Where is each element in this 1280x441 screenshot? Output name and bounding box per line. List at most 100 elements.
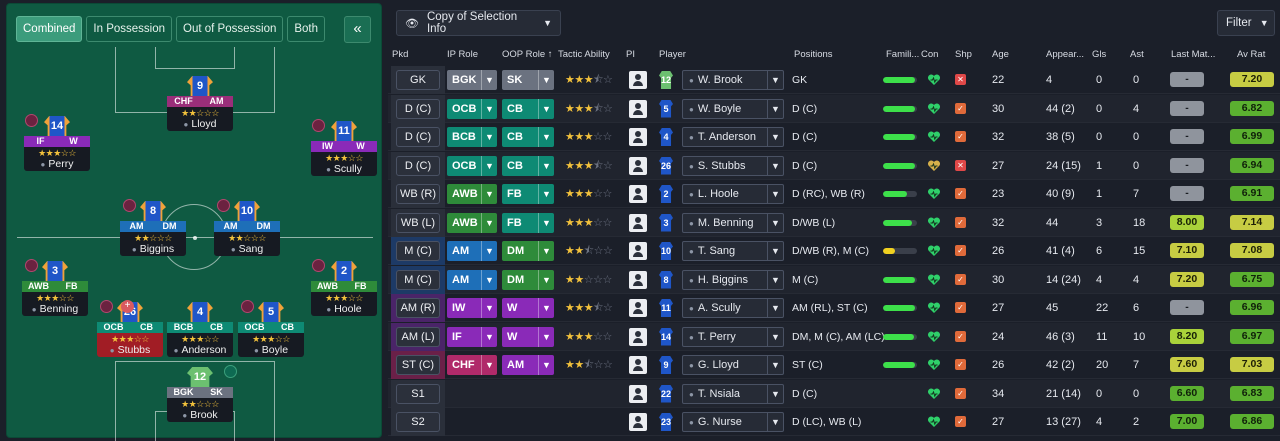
- player-select-dropdown[interactable]: ● W. Brook ▼: [682, 70, 784, 90]
- col-age[interactable]: Age: [992, 49, 1009, 60]
- filter-dropdown[interactable]: Filter ▼: [1217, 10, 1275, 36]
- tab-out-of-possession[interactable]: Out of Possession: [176, 16, 284, 42]
- oop-role-dropdown[interactable]: CB ▼: [502, 155, 554, 176]
- player-select-dropdown[interactable]: ● T. Nsiala ▼: [682, 383, 784, 404]
- ip-role-dropdown[interactable]: AM ▼: [447, 269, 497, 290]
- ip-role-dropdown[interactable]: AM ▼: [447, 241, 497, 261]
- player-select-dropdown[interactable]: ● H. Biggins ▼: [682, 269, 784, 290]
- jersey-icon: 12: [187, 367, 213, 389]
- player-instructions-button[interactable]: [629, 128, 647, 146]
- col-condition[interactable]: Con: [921, 49, 938, 60]
- position-slot-button[interactable]: M (C): [396, 241, 440, 261]
- oop-role-dropdown[interactable]: DM ▼: [502, 269, 554, 290]
- player-select-dropdown[interactable]: ● A. Scully ▼: [682, 298, 784, 318]
- position-slot-button[interactable]: ST (C): [396, 355, 440, 375]
- position-slot-button[interactable]: M (C): [396, 269, 440, 290]
- position-slot-button[interactable]: AM (R): [396, 298, 440, 318]
- ip-role-dropdown[interactable]: AWB ▼: [447, 212, 497, 233]
- col-goals[interactable]: Gls: [1092, 49, 1106, 60]
- col-appearances[interactable]: Appear...: [1046, 49, 1084, 60]
- ip-role-dropdown[interactable]: OCB ▼: [447, 98, 497, 119]
- player-instructions-button[interactable]: [629, 413, 647, 431]
- col-tactic-ability[interactable]: Tactic Ability: [558, 49, 610, 60]
- oop-role-dropdown[interactable]: FB ▼: [502, 184, 554, 204]
- oop-role-dropdown[interactable]: CB ▼: [502, 98, 554, 119]
- ip-role-dropdown[interactable]: BCB ▼: [447, 127, 497, 147]
- col-familiarity[interactable]: Famili...: [886, 49, 919, 60]
- ip-role-dropdown[interactable]: IF ▼: [447, 326, 497, 347]
- position-slot-button[interactable]: AM (L): [396, 326, 440, 347]
- col-sharpness[interactable]: Shp: [955, 49, 972, 60]
- player-instructions-button[interactable]: [629, 99, 647, 118]
- player-select-dropdown[interactable]: ● W. Boyle ▼: [682, 98, 784, 119]
- position-slot-button[interactable]: S1: [396, 383, 440, 404]
- player-instructions-button[interactable]: [629, 156, 647, 175]
- tab-in-possession[interactable]: In Possession: [86, 16, 173, 42]
- position-slot-button[interactable]: D (C): [396, 98, 440, 119]
- table-row[interactable]: M (C) AM ▼ DM ▼ ★★⯪☆☆ 10 ● T. Sang ▼ D/WB (R), M (…: [388, 237, 1280, 265]
- player-select-dropdown[interactable]: ● G. Lloyd ▼: [682, 355, 784, 375]
- player-instructions-button[interactable]: [629, 242, 647, 260]
- player-select-dropdown[interactable]: ● G. Nurse ▼: [682, 412, 784, 432]
- player-instructions-button[interactable]: [629, 356, 647, 374]
- table-row[interactable]: AM (R) IW ▼ W ▼ ★★★⯪☆ 11 ● A. Scully ▼ AM (RL), ST…: [388, 294, 1280, 322]
- col-avg-rating[interactable]: Av Rat: [1237, 49, 1265, 60]
- table-row[interactable]: WB (R) AWB ▼ FB ▼ ★★★☆☆ 2 ● L. Hoole ▼ D (RC), WB …: [388, 180, 1280, 208]
- col-assists[interactable]: Ast: [1130, 49, 1144, 60]
- col-positions[interactable]: Positions: [794, 49, 833, 60]
- player-select-dropdown[interactable]: ● L. Hoole ▼: [682, 184, 784, 204]
- player-instructions-button[interactable]: [629, 213, 647, 232]
- person-icon: ●: [326, 305, 332, 314]
- tab-both[interactable]: Both: [287, 16, 326, 42]
- player-select-dropdown[interactable]: ● M. Benning ▼: [682, 212, 784, 233]
- table-row[interactable]: D (C) OCB ▼ CB ▼ ★★★⯪☆ 5 ● W. Boyle ▼ D (C) ✓ 30 44 (…: [388, 94, 1280, 123]
- position-slot-button[interactable]: GK: [396, 70, 440, 90]
- oop-role-dropdown[interactable]: W ▼: [502, 326, 554, 347]
- oop-role-dropdown[interactable]: CB ▼: [502, 127, 554, 147]
- ip-role-dropdown[interactable]: BGK ▼: [447, 70, 497, 90]
- position-slot-button[interactable]: S2: [396, 412, 440, 432]
- player-select-dropdown[interactable]: ● T. Perry ▼: [682, 326, 784, 347]
- ip-role-dropdown[interactable]: CHF ▼: [447, 355, 497, 375]
- position-slot-button[interactable]: D (C): [396, 127, 440, 147]
- copy-selection-info-dropdown[interactable]: 👁 Copy of Selection Info ▼: [396, 10, 561, 36]
- table-row[interactable]: S2 23 ● G. Nurse ▼ D (LC), WB (L) ✓ 27 13 (27) 4 2…: [388, 408, 1280, 436]
- ip-role-dropdown[interactable]: IW ▼: [447, 298, 497, 318]
- table-row[interactable]: S1 22 ● T. Nsiala ▼ D (C) ✓ 34 21 (14) 0 0 6.60 6.83: [388, 379, 1280, 408]
- ip-role-dropdown[interactable]: OCB ▼: [447, 155, 497, 176]
- position-slot-button[interactable]: WB (R): [396, 184, 440, 204]
- col-player[interactable]: Player: [659, 49, 686, 60]
- col-ip-role[interactable]: IP Role: [447, 49, 478, 60]
- player-instructions-button[interactable]: [629, 384, 647, 403]
- assists-value: 10: [1133, 330, 1146, 343]
- player-instructions-button[interactable]: [629, 185, 647, 203]
- col-last-match[interactable]: Last Mat...: [1171, 49, 1215, 60]
- oop-role-dropdown[interactable]: DM ▼: [502, 241, 554, 261]
- player-instructions-button[interactable]: [629, 299, 647, 317]
- player-instructions-button[interactable]: [629, 327, 647, 346]
- player-select-dropdown[interactable]: ● S. Stubbs ▼: [682, 155, 784, 176]
- tab-combined[interactable]: Combined: [16, 16, 83, 42]
- oop-role-dropdown[interactable]: AM ▼: [502, 355, 554, 375]
- table-row[interactable]: D (C) BCB ▼ CB ▼ ★★★☆☆ 4 ● T. Anderson ▼ D (C) ✓ 32 3…: [388, 123, 1280, 151]
- table-row[interactable]: WB (L) AWB ▼ FB ▼ ★★★☆☆ 3 ● M. Benning ▼ D/WB (L) ✓…: [388, 208, 1280, 237]
- ip-role-dropdown[interactable]: AWB ▼: [447, 184, 497, 204]
- col-oop-role[interactable]: OOP Role ↑: [502, 49, 553, 60]
- collapse-panel-button[interactable]: «: [344, 16, 371, 43]
- table-row[interactable]: D (C) OCB ▼ CB ▼ ★★★⯪☆ 26 ● S. Stubbs ▼ D (C) ✕ 27 24…: [388, 151, 1280, 180]
- player-select-dropdown[interactable]: ● T. Sang ▼: [682, 241, 784, 261]
- oop-role-dropdown[interactable]: W ▼: [502, 298, 554, 318]
- position-slot-button[interactable]: D (C): [396, 155, 440, 176]
- position-slot-button[interactable]: WB (L): [396, 212, 440, 233]
- table-row[interactable]: M (C) AM ▼ DM ▼ ★★☆☆☆ 8 ● H. Biggins ▼ M (C) ✓ 30 14 …: [388, 265, 1280, 294]
- player-instructions-button[interactable]: [629, 71, 647, 89]
- player-select-dropdown[interactable]: ● T. Anderson ▼: [682, 127, 784, 147]
- oop-role-dropdown[interactable]: FB ▼: [502, 212, 554, 233]
- col-pkd[interactable]: Pkd: [392, 49, 408, 60]
- table-row[interactable]: AM (L) IF ▼ W ▼ ★★★☆☆ 14 ● T. Perry ▼ DM, M (C), A…: [388, 322, 1280, 351]
- table-row[interactable]: ST (C) CHF ▼ AM ▼ ★★⯪☆☆ 9 ● G. Lloyd ▼ ST (C) ✓ 26 42…: [388, 351, 1280, 379]
- col-pi[interactable]: PI: [626, 49, 635, 60]
- oop-role-dropdown[interactable]: SK ▼: [502, 70, 554, 90]
- table-row[interactable]: GK BGK ▼ SK ▼ ★★★⯪☆ 12 ● W. Brook ▼ GK ✕ 22 4 0 0 - 7.20: [388, 66, 1280, 94]
- player-instructions-button[interactable]: [629, 270, 647, 289]
